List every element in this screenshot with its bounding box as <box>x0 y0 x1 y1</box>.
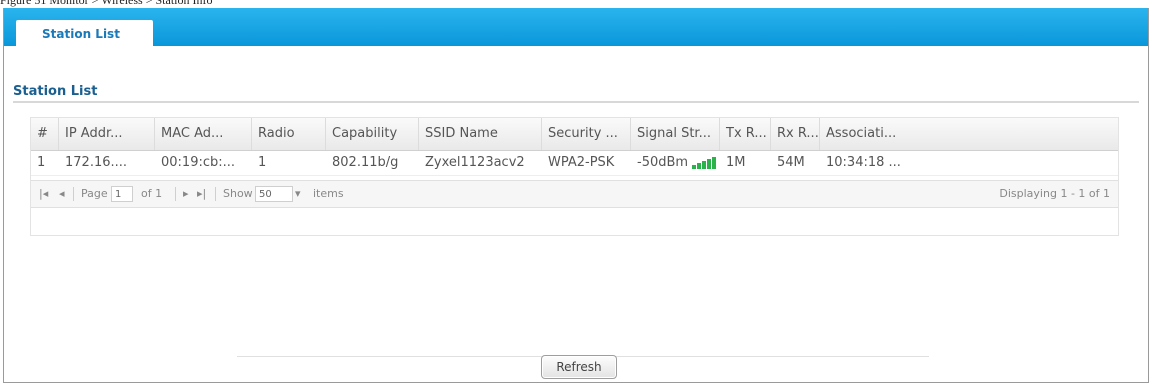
section-title: Station List <box>13 84 98 99</box>
station-info-panel: Station List Station List # IP Addr... M… <box>3 8 1149 383</box>
cell-capability: 802.11b/g <box>332 155 399 170</box>
figure-caption: Figure 51 Monitor > Wireless > Station I… <box>0 0 213 7</box>
signal-strength-icon <box>692 156 718 169</box>
col-header-signal[interactable]: Signal Str... <box>631 118 720 150</box>
page-label: Page <box>81 187 108 200</box>
page-number-input[interactable]: 1 <box>111 186 133 202</box>
cell-mac: 00:19:cb:... <box>161 155 236 170</box>
station-table: # IP Addr... MAC Ad... Radio Capability … <box>30 117 1119 236</box>
page-size-select[interactable]: 50 <box>255 186 293 202</box>
show-label: Show <box>223 187 253 200</box>
col-header-mac[interactable]: MAC Ad... <box>155 118 252 150</box>
col-header-radio[interactable]: Radio <box>252 118 326 150</box>
tab-bar: Station List <box>4 8 1148 46</box>
cell-signal: -50dBm <box>631 151 720 175</box>
cell-rx-rate: 54M <box>777 155 805 170</box>
col-header-ip[interactable]: IP Addr... <box>59 118 155 150</box>
cell-radio: 1 <box>258 155 267 170</box>
cell-ip: 172.16.... <box>65 155 128 170</box>
cell-tx-rate: 1M <box>726 155 746 170</box>
cell-index: 1 <box>37 155 46 170</box>
col-header-capability[interactable]: Capability <box>326 118 419 150</box>
col-header-tx-rate[interactable]: Tx R... <box>720 118 771 150</box>
displaying-status: Displaying 1 - 1 of 1 <box>999 187 1110 200</box>
prev-page-icon[interactable]: ◂ <box>59 181 65 207</box>
pager-separator <box>215 187 216 201</box>
items-label: items <box>313 187 344 200</box>
col-header-ssid[interactable]: SSID Name <box>419 118 542 150</box>
pager-separator <box>73 187 74 201</box>
first-page-icon[interactable]: |◂ <box>39 181 48 207</box>
next-page-icon[interactable]: ▸ <box>183 181 189 207</box>
signal-value: -50dBm <box>637 155 689 170</box>
pagination-bar: |◂ ◂ Page 1 of 1 ▸ ▸| Show 50 ▾ items Di… <box>31 180 1118 208</box>
cell-security: WPA2-PSK <box>548 155 615 170</box>
col-header-associated[interactable]: Associati... <box>820 118 1118 150</box>
page-count-label: of 1 <box>141 187 163 200</box>
col-header-security[interactable]: Security ... <box>542 118 631 150</box>
last-page-icon[interactable]: ▸| <box>197 181 206 207</box>
table-row[interactable]: 1 172.16.... 00:19:cb:... 1 802.11b/g Zy… <box>31 151 1118 176</box>
cell-ssid: Zyxel1123acv2 <box>425 155 525 170</box>
col-header-index[interactable]: # <box>31 118 59 150</box>
table-header: # IP Addr... MAC Ad... Radio Capability … <box>31 118 1118 151</box>
section-divider <box>13 101 1139 103</box>
tab-station-list[interactable]: Station List <box>16 20 153 46</box>
col-header-rx-rate[interactable]: Rx R... <box>771 118 820 150</box>
cell-associated: 10:34:18 ... <box>826 155 901 170</box>
refresh-button[interactable]: Refresh <box>541 355 617 379</box>
pager-separator <box>175 187 176 201</box>
chevron-down-icon[interactable]: ▾ <box>295 181 301 207</box>
